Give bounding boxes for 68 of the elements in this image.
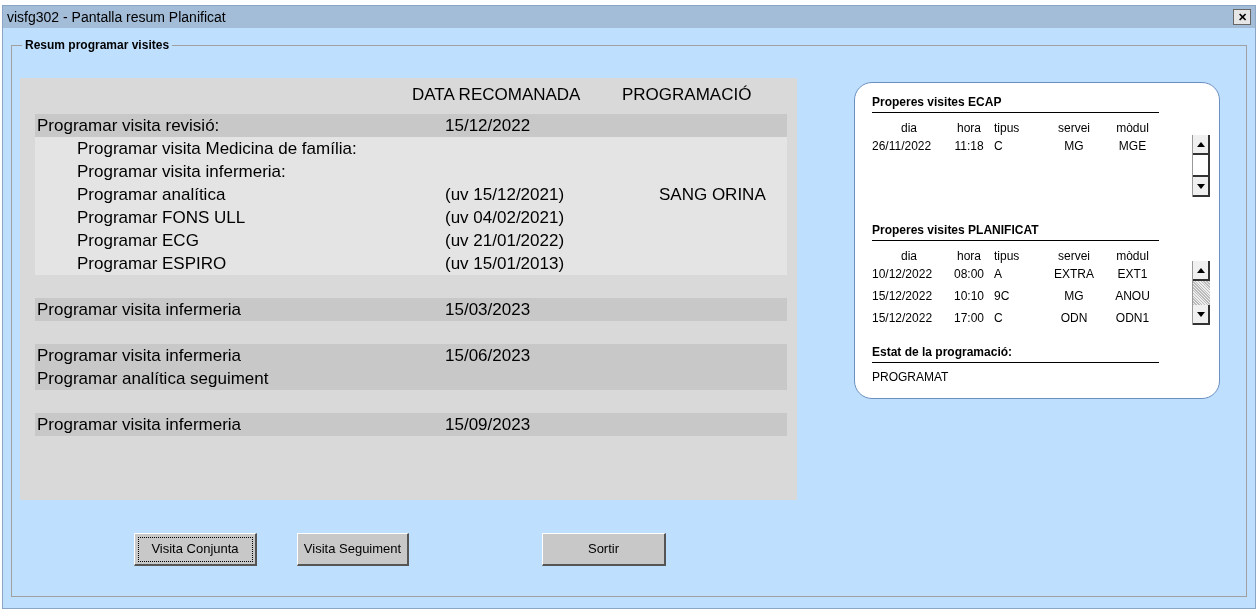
table-cell-text: 10:10 [953, 288, 985, 305]
table-cell-text: A [993, 266, 1003, 283]
table-cell-text: ANOU [1114, 288, 1151, 305]
window-title: visfg302 - Pantalla resum Planificat [7, 7, 226, 27]
action-button[interactable]: Visita Conjunta [134, 533, 257, 566]
recommended-date: (uv 15/12/2021) [444, 183, 566, 206]
programming-value: SANG ORINA [658, 183, 766, 206]
column-header: mòdul [1115, 248, 1150, 263]
table-cell-text: 26/11/2022 [872, 138, 933, 155]
scrollbar[interactable] [1192, 261, 1210, 325]
column-header: hora [956, 248, 982, 263]
task-label: Programar ESPIRO [76, 252, 228, 275]
task-label: Programar FONS ULL [76, 206, 247, 229]
column-header: dia [900, 120, 918, 135]
status-label: Estat de la programació: [872, 343, 1159, 363]
task-label: Programar visita infermeria [36, 344, 243, 367]
column-header: tipus [993, 120, 1021, 135]
table-cell-text: 08:00 [953, 266, 985, 283]
table-cell-text: C [993, 310, 1004, 327]
task-label: Programar visita Medicina de família: [76, 137, 358, 160]
table-cell-text: MG [1063, 138, 1085, 155]
up-arrow-icon[interactable] [1196, 267, 1205, 273]
column-header: servei [1057, 248, 1091, 263]
table-cell-text: EXTRA [1053, 266, 1095, 283]
task-label: Programar analítica [76, 183, 227, 206]
column-header: hora [956, 120, 982, 135]
task-label: Programar ECG [76, 229, 200, 252]
action-button[interactable]: Visita Seguiment [297, 533, 409, 566]
column-header: servei [1057, 120, 1091, 135]
recommended-date: 15/12/2022 [444, 114, 532, 137]
table-cell-text: MGE [1117, 138, 1148, 155]
recommended-date: (uv 21/01/2022) [444, 229, 566, 252]
table-cell-text: 15/12/2022 [872, 310, 934, 327]
recommended-date: 15/09/2023 [444, 413, 532, 436]
scrollbar[interactable] [1192, 135, 1210, 197]
up-arrow-icon[interactable] [1196, 141, 1205, 147]
column-header: DATA RECOMANADA [412, 84, 582, 107]
table-cell-text: 17:00 [953, 310, 985, 327]
section-title: Properes visites PLANIFICAT [872, 221, 1159, 241]
column-header: PROGRAMACIÓ [622, 84, 752, 107]
task-label: Programar visita infermeria [36, 413, 243, 436]
table-cell-text: ODN1 [1114, 310, 1151, 327]
table-cell-text: 10/12/2022 [872, 266, 934, 283]
group-title: Resum programar visites [22, 37, 173, 53]
task-label: Programar visita infermeria: [76, 160, 287, 183]
recommended-date: 15/03/2023 [444, 298, 532, 321]
close-button[interactable]: ✕ [1233, 9, 1251, 25]
table-cell-text: ODN [1059, 310, 1089, 327]
task-label: Programar visita revisió: [36, 114, 221, 137]
table-cell-text: 15/12/2022 [872, 288, 934, 305]
column-header: mòdul [1115, 120, 1150, 135]
column-header: dia [900, 248, 918, 263]
task-label: Programar analítica seguiment [36, 367, 270, 390]
recommended-date: (uv 04/02/2021) [444, 206, 566, 229]
down-arrow-icon[interactable] [1196, 183, 1205, 189]
table-cell-text: 9C [993, 288, 1011, 305]
task-label: Programar visita infermeria [36, 298, 243, 321]
section-title: Properes visites ECAP [872, 93, 1159, 113]
table-cell-text: MG [1063, 288, 1085, 305]
down-arrow-icon[interactable] [1196, 311, 1205, 317]
table-cell-text: C [993, 138, 1004, 155]
action-button[interactable]: Sortir [542, 533, 666, 566]
table-cell-text: 11:18 [953, 138, 985, 155]
status-value: PROGRAMAT [872, 369, 950, 386]
column-header: tipus [993, 248, 1021, 263]
table-cell-text: EXT1 [1116, 266, 1149, 283]
recommended-date: 15/06/2023 [444, 344, 532, 367]
recommended-date: (uv 15/01/2013) [444, 252, 566, 275]
